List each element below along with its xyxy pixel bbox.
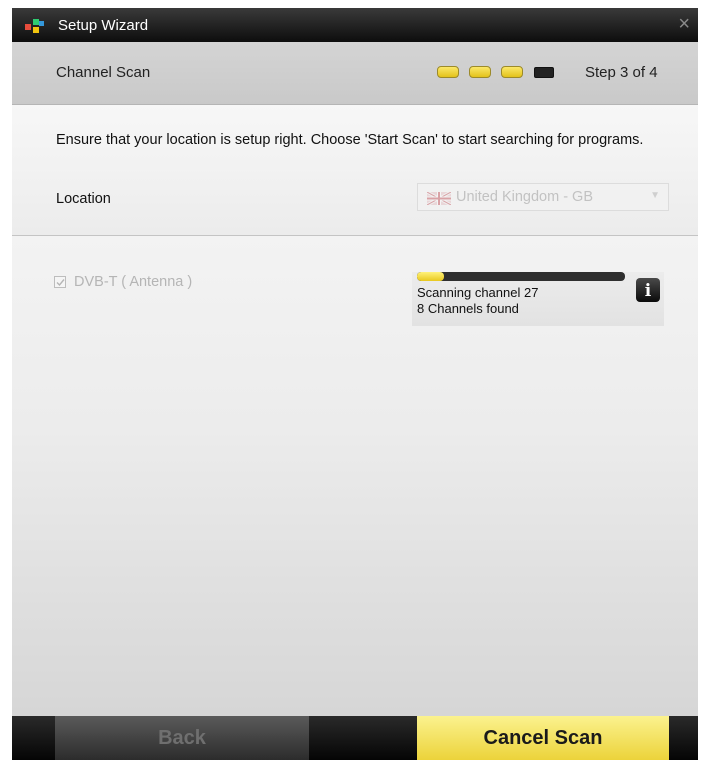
info-button[interactable]: i: [636, 278, 660, 302]
step-dot-3: [501, 66, 523, 78]
instruction-text: Ensure that your location is setup right…: [56, 132, 644, 148]
tuner-checkbox[interactable]: [54, 276, 66, 288]
channels-found: 8 Channels found: [417, 301, 519, 316]
back-button[interactable]: Back: [55, 716, 309, 760]
wizard-footer: Back Cancel Scan: [12, 716, 698, 760]
location-label: Location: [56, 191, 111, 207]
uk-flag-icon: [427, 192, 451, 205]
location-select[interactable]: United Kingdom - GB ▼: [417, 183, 669, 211]
location-value: United Kingdom - GB: [456, 189, 594, 205]
setup-wizard-window: Setup Wizard × Channel Scan Step 3 of 4 …: [12, 8, 698, 760]
location-panel: Ensure that your location is setup right…: [12, 105, 698, 236]
scan-status: Scanning channel 27: [417, 285, 539, 300]
chevron-down-icon: ▼: [650, 190, 660, 201]
step-label: Step 3 of 4: [585, 64, 658, 81]
scan-progress-block: Scanning channel 27 8 Channels found: [412, 272, 664, 326]
step-dot-1: [437, 66, 459, 78]
section-title: Channel Scan: [56, 64, 151, 81]
info-icon: i: [644, 281, 652, 301]
scan-progress-fill: [417, 272, 445, 281]
step-dot-2: [469, 66, 491, 78]
tuner-label: DVB-T ( Antenna ): [74, 274, 193, 290]
window-title: Setup Wizard: [58, 17, 149, 34]
scan-progress-track: [417, 272, 625, 281]
scan-area: DVB-T ( Antenna ) Scanning channel 27 8 …: [12, 236, 698, 716]
title-bar: Setup Wizard ×: [12, 8, 698, 42]
wizard-header: Channel Scan Step 3 of 4: [12, 42, 698, 105]
step-dot-4: [534, 67, 554, 78]
cancel-scan-button[interactable]: Cancel Scan: [417, 716, 669, 760]
app-logo-icon: [25, 19, 44, 33]
checkmark-icon: [56, 279, 65, 287]
close-icon[interactable]: ×: [678, 13, 690, 36]
